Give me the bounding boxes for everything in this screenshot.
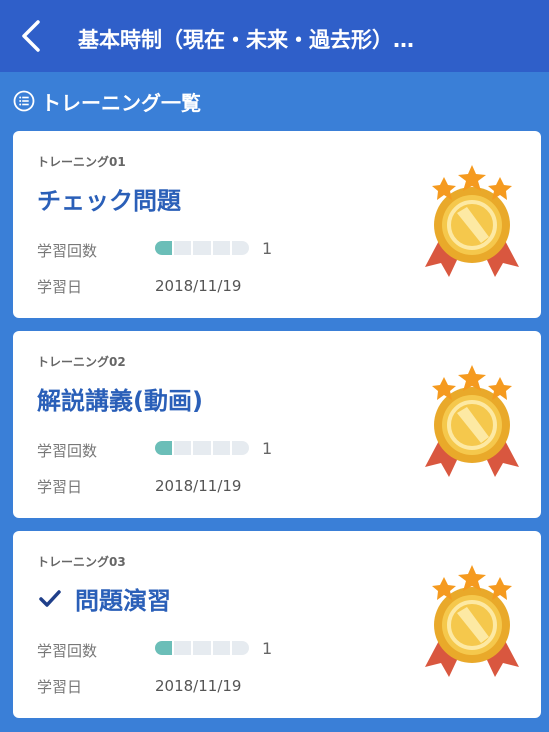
study-progress-bar: [155, 641, 250, 655]
training-title-text: チェック問題: [37, 187, 181, 215]
progress-segment: [231, 241, 250, 255]
study-count-value: 1: [262, 439, 273, 458]
list-icon: [13, 90, 35, 112]
gold-medal-icon: [425, 565, 519, 677]
progress-segment: [212, 441, 230, 455]
gold-medal-icon: [425, 365, 519, 477]
study-progress-bar: [155, 441, 250, 455]
study-date-value: 2018/11/19: [155, 677, 242, 695]
section-title: トレーニング一覧: [41, 90, 201, 115]
progress-segment: [231, 441, 250, 455]
study-date-label: 学習日: [37, 278, 83, 296]
progress-segment: [193, 241, 211, 255]
app-header: 基本時制（現在・未来・過去形）…: [0, 0, 549, 72]
study-count-label: 学習回数: [37, 242, 98, 260]
training-card-01[interactable]: トレーニング01 チェック問題 学習回数 1 学習日 2018/11/19: [13, 131, 541, 318]
progress-segment: [155, 241, 173, 255]
progress-segment: [174, 241, 192, 255]
training-title: チェック問題: [37, 181, 181, 216]
progress-segment: [193, 641, 211, 655]
training-number: トレーニング01: [37, 155, 126, 169]
study-count-value: 1: [262, 639, 273, 658]
study-count-label: 学習回数: [37, 442, 98, 460]
section-header: トレーニング一覧: [13, 86, 201, 116]
progress-segment: [155, 641, 173, 655]
training-number: トレーニング03: [37, 555, 126, 569]
progress-segment: [193, 441, 211, 455]
gold-medal-icon: [425, 165, 519, 277]
progress-segment: [174, 641, 192, 655]
study-date-label: 学習日: [37, 478, 83, 496]
study-date-value: 2018/11/19: [155, 277, 242, 295]
training-title-text: 解説講義(動画): [37, 387, 203, 415]
study-count-label: 学習回数: [37, 642, 98, 660]
study-progress-bar: [155, 241, 250, 255]
page-title: 基本時制（現在・未来・過去形）…: [78, 28, 414, 52]
study-count-value: 1: [262, 239, 273, 258]
training-card-03[interactable]: トレーニング03 問題演習 学習回数 1 学習日 2018/11/19: [13, 531, 541, 718]
study-date-label: 学習日: [37, 678, 83, 696]
progress-segment: [174, 441, 192, 455]
training-title-text: 問題演習: [75, 587, 171, 615]
progress-segment: [155, 441, 173, 455]
check-icon: [39, 589, 61, 607]
training-title: 問題演習: [37, 581, 171, 616]
training-number: トレーニング02: [37, 355, 126, 369]
study-date-value: 2018/11/19: [155, 477, 242, 495]
progress-segment: [231, 641, 250, 655]
progress-segment: [212, 241, 230, 255]
training-title: 解説講義(動画): [37, 381, 203, 416]
chevron-left-icon: [22, 20, 40, 52]
training-card-02[interactable]: トレーニング02 解説講義(動画) 学習回数 1 学習日 2018/11/19: [13, 331, 541, 518]
progress-segment: [212, 641, 230, 655]
back-button[interactable]: [14, 16, 50, 56]
